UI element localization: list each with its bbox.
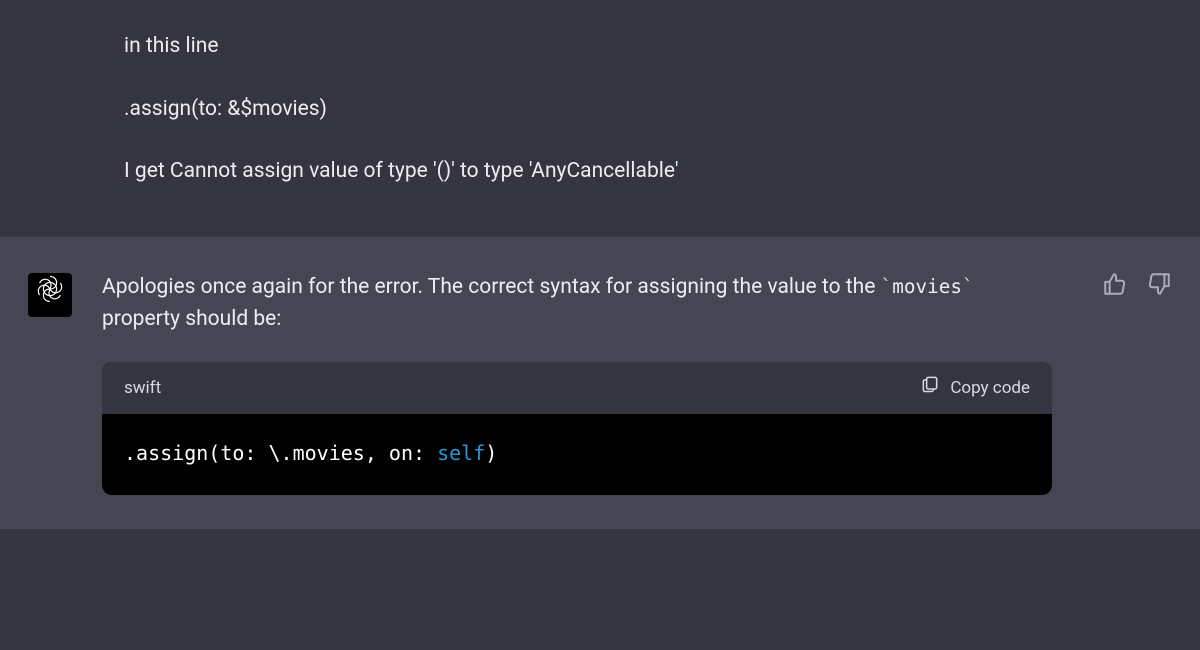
assistant-message: Apologies once again for the error. The … — [0, 236, 1200, 529]
thumbs-down-icon — [1146, 279, 1172, 303]
assistant-text-segment: property should be: — [102, 307, 281, 331]
copy-code-label: Copy code — [950, 375, 1030, 401]
code-block-header: swift Copy code — [102, 362, 1052, 414]
code-segment: .assign(to: \.movies, on: — [124, 441, 437, 465]
code-block-body[interactable]: .assign(to: \.movies, on: self) — [102, 414, 1052, 495]
code-block: swift Copy code .assign(to: \.movies, on… — [102, 362, 1052, 495]
openai-logo-icon — [35, 274, 65, 315]
user-text-line: .assign(to: &$movies) — [124, 93, 1090, 126]
feedback-group — [1102, 271, 1172, 297]
user-text-line: I get Cannot assign value of type '()' t… — [124, 155, 1090, 188]
user-message: in this line .assign(to: &$movies) I get… — [0, 0, 1200, 236]
user-text-line: in this line — [124, 30, 1090, 63]
code-keyword-self: self — [437, 441, 485, 465]
assistant-content: Apologies once again for the error. The … — [102, 271, 1172, 495]
assistant-text-segment: Apologies once again for the error. The … — [102, 275, 881, 299]
copy-code-button[interactable]: Copy code — [920, 374, 1030, 402]
thumbs-down-button[interactable] — [1146, 271, 1172, 297]
thumbs-up-icon — [1102, 279, 1128, 303]
assistant-avatar — [28, 273, 72, 317]
code-lang-label: swift — [124, 375, 161, 401]
code-segment: ) — [485, 441, 497, 465]
inline-code: `movies` — [881, 275, 974, 298]
assistant-text: Apologies once again for the error. The … — [102, 271, 1052, 336]
thumbs-up-button[interactable] — [1102, 271, 1128, 297]
clipboard-icon — [920, 374, 940, 402]
